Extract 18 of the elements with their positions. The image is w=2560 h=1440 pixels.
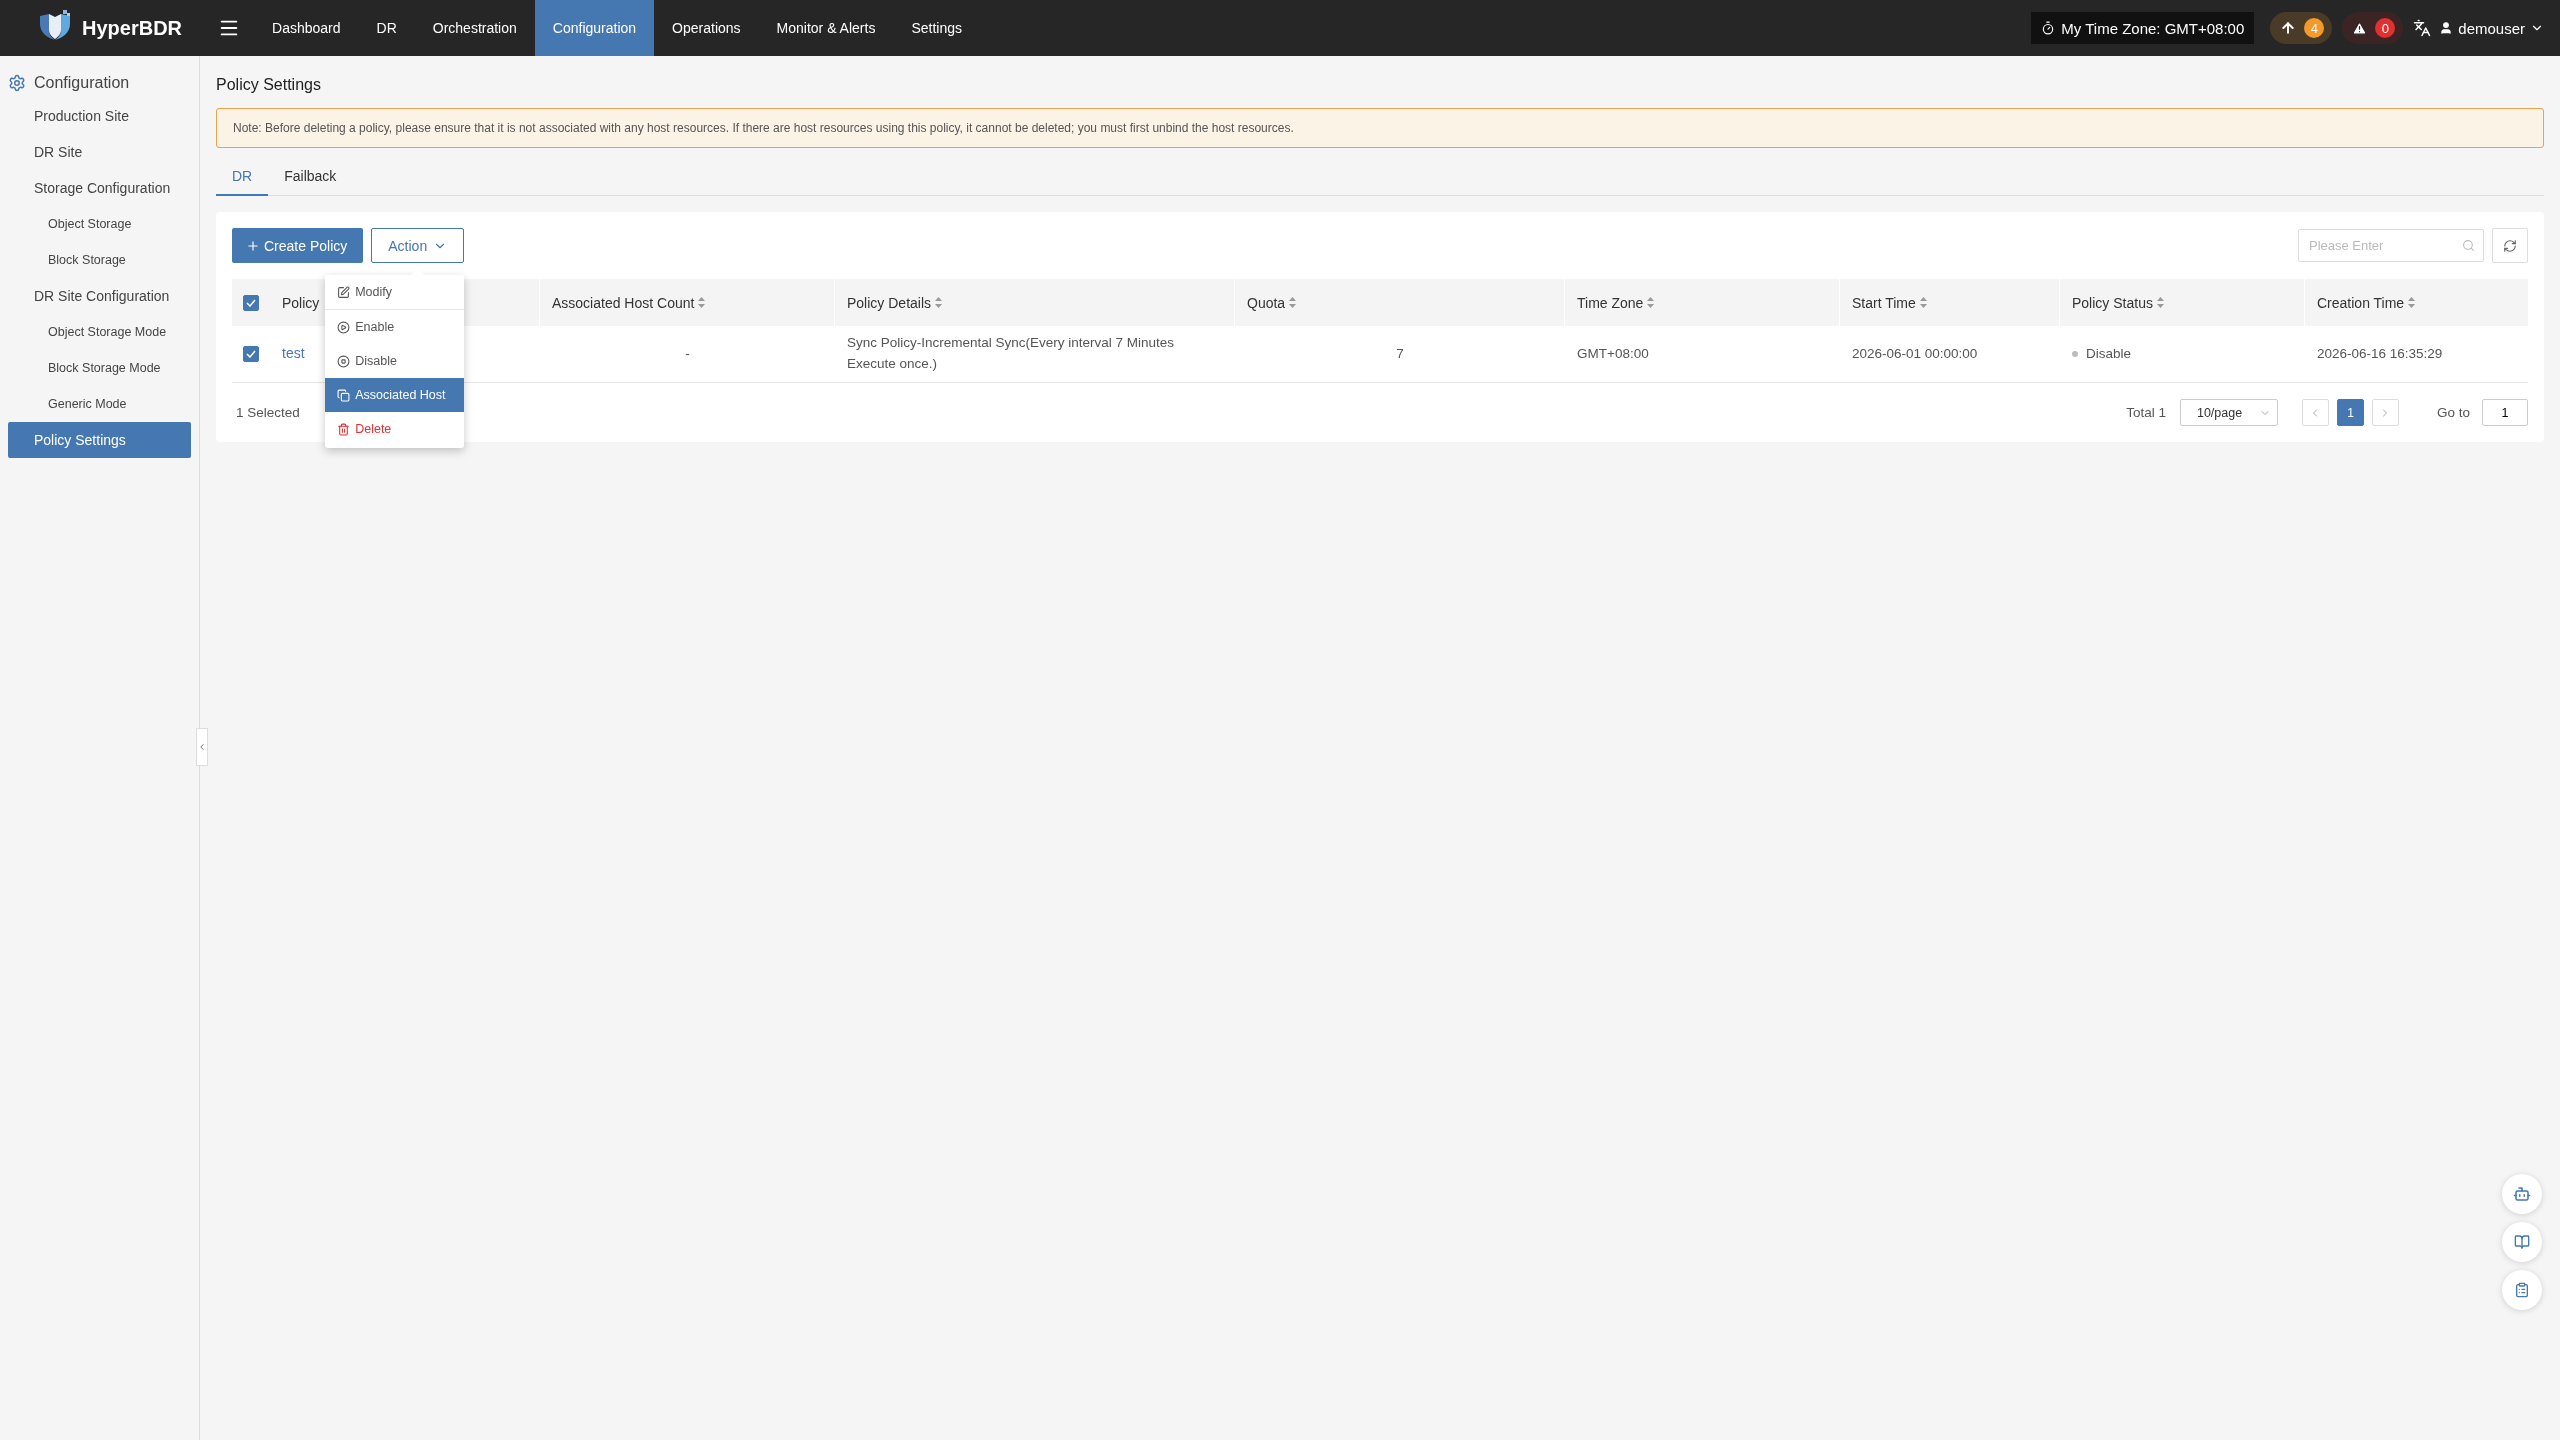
- note-banner: Note: Before deleting a policy, please ensure that it is not associated with any host resources. If there are host resources using this policy, it cannot be deleted; you must first unbind the host resources.: [216, 108, 2544, 148]
- table-cell: 2026-06-01 00:00:00: [1840, 326, 2060, 383]
- table-cell: -: [540, 326, 835, 383]
- table-cell: 7: [1235, 326, 1565, 383]
- table-cell: GMT+08:00: [1565, 326, 1840, 383]
- sidebar-title: Configuration: [34, 74, 130, 92]
- selected-count: 1 Selected: [236, 405, 300, 420]
- table-cell: 2026-06-16 16:35:29: [2305, 326, 2528, 383]
- page-title: Policy Settings: [216, 76, 322, 94]
- time-zone-text: My Time Zone: GMT+08:00: [2061, 19, 2245, 37]
- alert-count: 0: [2375, 18, 2396, 38]
- goto-label: Go to: [2436, 405, 2470, 420]
- total-count: Total 1: [2126, 405, 2166, 420]
- upload-count: 4: [2304, 18, 2325, 38]
- table-cell: Sync Policy-Incremental Sync(Every interval 7 Minutes Execute once.): [835, 326, 1235, 383]
- status-text: Disable: [2086, 344, 2132, 363]
- brand-name: HyperBDR: [82, 16, 183, 40]
- user-name: demouser: [2458, 19, 2525, 37]
